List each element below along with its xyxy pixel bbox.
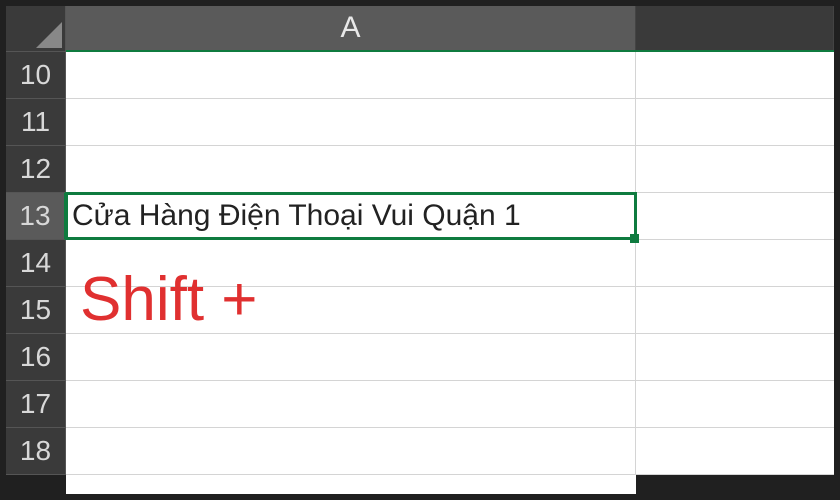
cell-a18[interactable] [66, 428, 636, 474]
cell-a13[interactable]: Cửa Hàng Điện Thoại Vui Quận 1 [66, 193, 636, 239]
row-header-15[interactable]: 15 [6, 287, 66, 334]
grid-row: Cửa Hàng Điện Thoại Vui Quận 1 [66, 193, 834, 240]
grid-row [66, 52, 834, 99]
cell-a10[interactable] [66, 52, 636, 98]
grid-row [66, 146, 834, 193]
grid-row [66, 334, 834, 381]
cell-a15[interactable] [66, 287, 636, 333]
fill-handle[interactable] [630, 234, 639, 243]
row-header-10[interactable]: 10 [6, 52, 66, 99]
cell-a16[interactable] [66, 334, 636, 380]
grid-row [66, 381, 834, 428]
grid-row [66, 240, 834, 287]
spreadsheet: A 10 11 12 13 14 15 16 17 18 Cửa Hàng Đi… [6, 6, 834, 494]
row-header-16[interactable]: 16 [6, 334, 66, 381]
select-all-triangle-icon [36, 22, 62, 48]
column-header-b[interactable] [636, 6, 834, 50]
row-header-18[interactable]: 18 [6, 428, 66, 475]
cell-a12[interactable] [66, 146, 636, 192]
grid-row [66, 99, 834, 146]
row-header-14[interactable]: 14 [6, 240, 66, 287]
row-header-12[interactable]: 12 [6, 146, 66, 193]
row-header-17[interactable]: 17 [6, 381, 66, 428]
cell-value: Cửa Hàng Điện Thoại Vui Quận 1 [72, 199, 521, 233]
grid-row [66, 287, 834, 334]
column-headers: A [66, 6, 834, 52]
column-header-a[interactable]: A [66, 6, 636, 50]
row-headers: 10 11 12 13 14 15 16 17 18 [6, 52, 66, 475]
row-header-11[interactable]: 11 [6, 99, 66, 146]
grid-row [66, 428, 834, 475]
cell-a11[interactable] [66, 99, 636, 145]
cell-a17[interactable] [66, 381, 636, 427]
cell-a14[interactable] [66, 240, 636, 286]
select-all-corner[interactable] [6, 6, 66, 52]
row-header-13[interactable]: 13 [6, 193, 66, 240]
cell-grid: Cửa Hàng Điện Thoại Vui Quận 1 [66, 52, 834, 475]
